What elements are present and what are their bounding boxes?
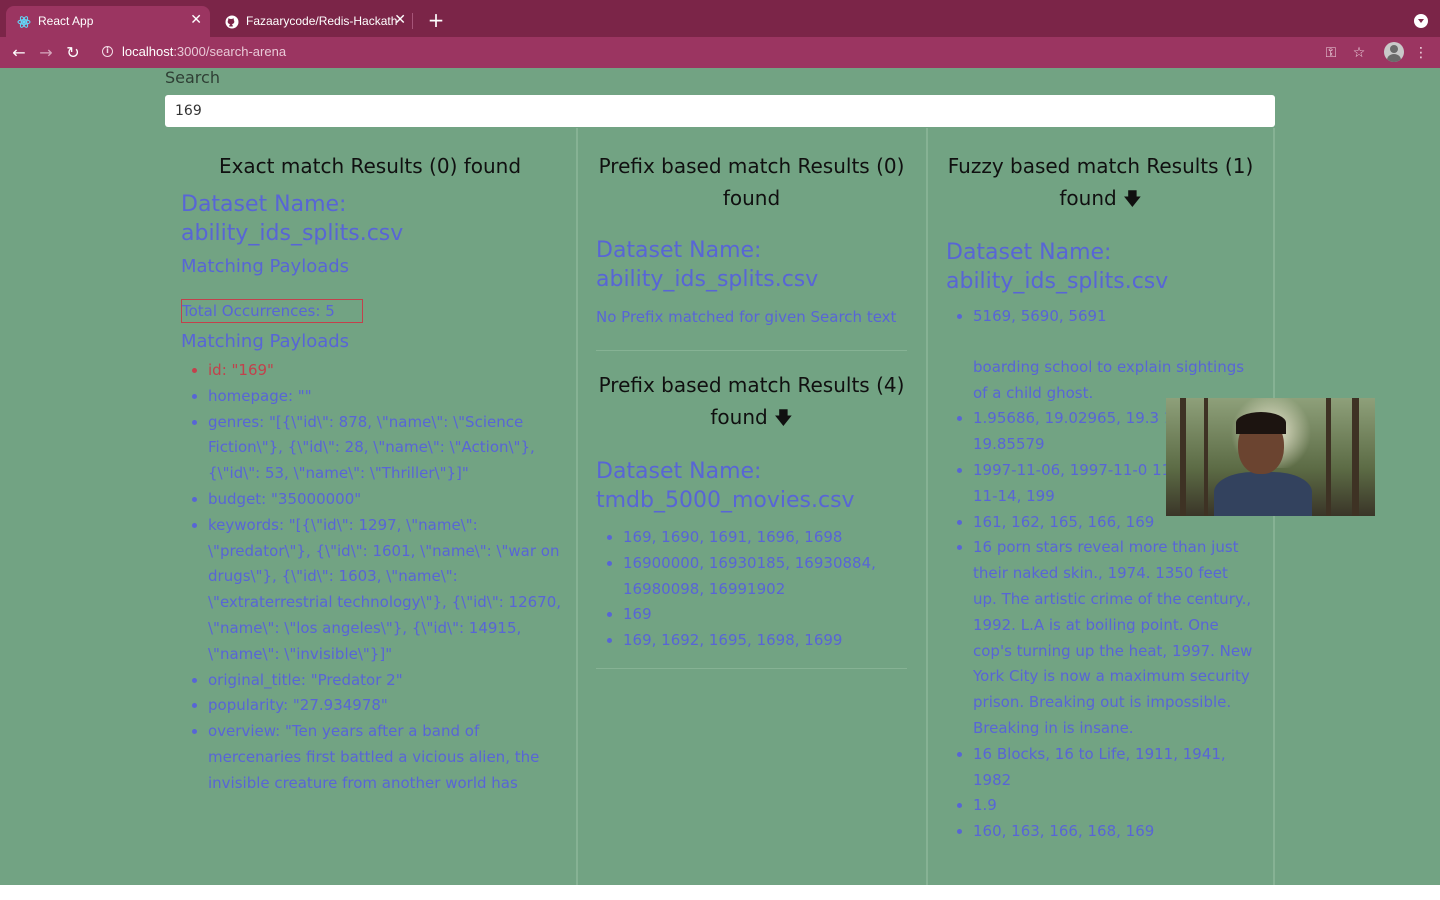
github-icon xyxy=(225,14,239,29)
back-arrow-icon[interactable]: ← xyxy=(8,42,30,64)
key-icon[interactable]: ⚿ xyxy=(1320,42,1342,64)
new-tab-plus-icon[interactable]: + xyxy=(426,10,446,30)
browser-tab-bar: React App ✕ Fazaarycode/Redis-Hackathon … xyxy=(0,0,1440,37)
tab-close-icon[interactable]: ✕ xyxy=(190,12,202,28)
no-prefix-note: No Prefix matched for given Search text xyxy=(596,308,897,326)
search-label: Search xyxy=(165,68,220,87)
bookmark-star-icon[interactable]: ☆ xyxy=(1348,42,1370,64)
prefix-match-heading: Prefix based match Results (0) found xyxy=(598,154,905,210)
list-item: homepage: "" xyxy=(208,384,575,410)
list-item: 5169, 5690, 5691 xyxy=(973,304,1255,330)
list-item: popularity: "27.934978" xyxy=(208,693,575,719)
matching-payloads-label: Matching Payloads xyxy=(181,331,350,352)
tree xyxy=(1180,398,1186,516)
browser-toolbar: ← → ↻ i localhost:3000/search-arena ⚿ ☆ … xyxy=(0,37,1440,68)
dataset-name: Dataset Name: ability_ids_splits.csv xyxy=(181,192,404,246)
heading-text: Prefix based match Results (4) found xyxy=(598,373,905,429)
reload-icon[interactable]: ↻ xyxy=(62,42,84,64)
dataset-name: Dataset Name: ability_ids_splits.csv xyxy=(946,240,1169,294)
person-hair xyxy=(1236,412,1286,434)
tab-search-chevron-icon[interactable] xyxy=(1414,14,1428,28)
dataset-name: Dataset Name: ability_ids_splits.csv xyxy=(596,238,819,292)
bottom-strip xyxy=(0,885,1440,900)
url-path: :3000/search-arena xyxy=(173,44,287,59)
tab-react-app[interactable]: React App ✕ xyxy=(6,6,210,37)
divider xyxy=(596,667,907,669)
prefix-match-column: Prefix based match Results (0) found Dat… xyxy=(576,128,925,885)
list-item: 169, 1692, 1695, 1698, 1699 xyxy=(623,628,907,654)
react-icon xyxy=(17,14,31,28)
list-item: budget: "35000000" xyxy=(208,487,575,513)
list-item: 169 xyxy=(623,602,907,628)
profile-avatar[interactable] xyxy=(1384,42,1404,62)
down-arrow-icon: 🡇 xyxy=(774,408,793,429)
fuzzy-match-heading: Fuzzy based match Results (1) found 🡇 xyxy=(946,150,1255,216)
tab-title: React App xyxy=(38,14,94,28)
list-item: id: "169" xyxy=(208,358,575,384)
fuzzy-result-list: 5169, 5690, 5691 boarding school to expl… xyxy=(946,304,1255,845)
url-text[interactable]: localhost:3000/search-arena xyxy=(122,44,286,59)
search-input[interactable] xyxy=(165,95,1275,127)
list-item: genres: "[{\"id\": 878, \"name\": \"Scie… xyxy=(208,410,575,487)
down-arrow-icon: 🡇 xyxy=(1123,189,1142,210)
tab-github[interactable]: Fazaarycode/Redis-Hackathon ✕ xyxy=(214,6,414,37)
list-item: 16 porn stars reveal more than just thei… xyxy=(973,535,1255,741)
forward-arrow-icon[interactable]: → xyxy=(35,42,57,64)
kebab-menu-icon[interactable]: ⋮ xyxy=(1410,42,1432,64)
info-icon[interactable]: i xyxy=(102,46,113,57)
list-item: original_title: "Predator 2" xyxy=(208,668,575,694)
address-bar[interactable]: i localhost:3000/search-arena xyxy=(94,40,1384,65)
total-occurrences-box: Total Occurrences: 5 xyxy=(181,299,363,323)
tab-title: Fazaarycode/Redis-Hackathon xyxy=(246,14,398,28)
list-item: 160, 163, 166, 168, 169 xyxy=(973,819,1255,845)
prefix-match-heading: Prefix based match Results (4) found 🡇 xyxy=(596,369,907,435)
list-item: 16900000, 16930185, 16930884, 16980098, … xyxy=(623,551,907,603)
dataset-name: Dataset Name: tmdb_5000_movies.csv xyxy=(596,459,855,513)
matching-payloads-label: Matching Payloads xyxy=(181,256,350,277)
tab-close-icon[interactable]: ✕ xyxy=(394,12,406,28)
prefix-result-list: 169, 1690, 1691, 1696, 1698 16900000, 16… xyxy=(596,525,907,654)
tab-separator xyxy=(412,13,413,29)
exact-match-column: Exact match Results (0) found Dataset Na… xyxy=(165,128,575,885)
tree xyxy=(1352,398,1359,516)
tree xyxy=(1204,398,1208,516)
webcam-overlay xyxy=(1166,398,1375,516)
list-item: 1.9 xyxy=(973,793,1255,819)
person-body xyxy=(1214,472,1312,516)
url-host: localhost xyxy=(122,44,174,59)
list-item: overview: "Ten years after a band of mer… xyxy=(208,719,575,796)
heading-text: Fuzzy based match Results (1) found xyxy=(947,154,1254,210)
tree xyxy=(1326,398,1331,516)
list-item: 16 Blocks, 16 to Life, 1911, 1941, 1982 xyxy=(973,742,1255,794)
divider xyxy=(596,350,907,351)
exact-match-heading: Exact match Results (0) found xyxy=(218,154,522,178)
payload-list: id: "169" homepage: "" genres: "[{\"id\"… xyxy=(181,358,575,797)
list-item: 169, 1690, 1691, 1696, 1698 xyxy=(623,525,907,551)
list-item: keywords: "[{\"id\": 1297, \"name\": \"p… xyxy=(208,513,575,668)
